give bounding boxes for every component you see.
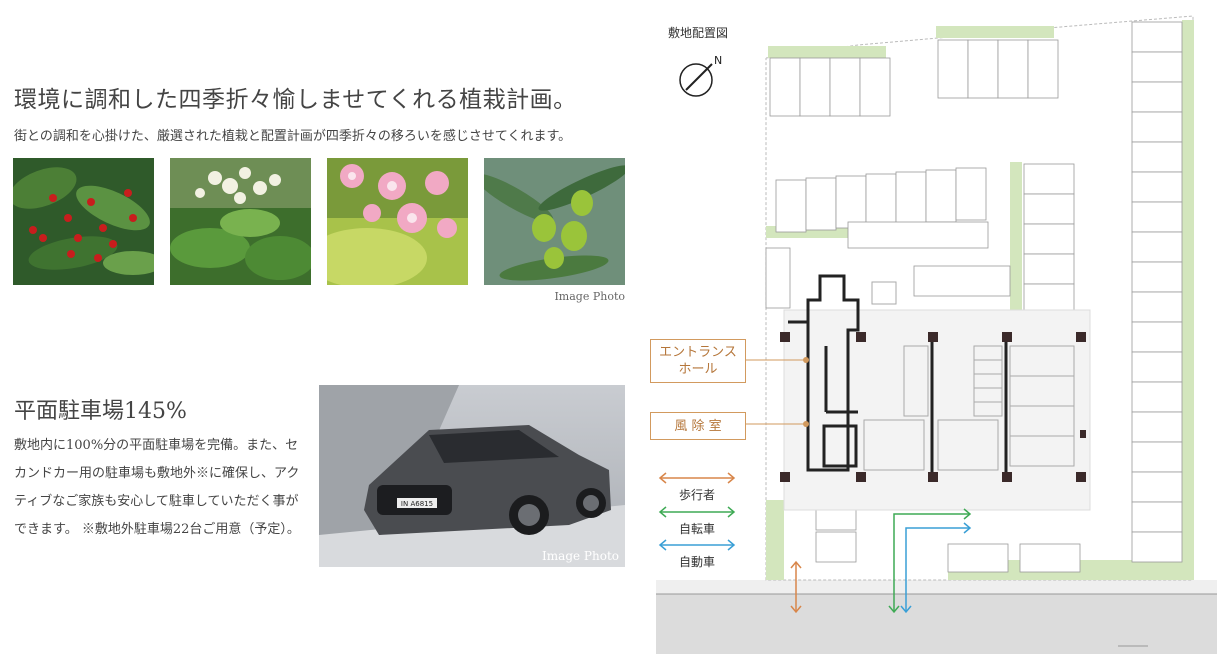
photo-pink-dogwood	[327, 158, 468, 285]
site-plan-title: 敷地配置図	[668, 26, 729, 40]
legend-car: 自動車	[679, 555, 716, 569]
entrance-hall-label-line1: エントランス	[659, 345, 737, 360]
landscaping-description: 街との調和を心掛けた、厳選された植栽と配置計画が四季折々の移ろいを感じさせてくれ…	[14, 129, 572, 144]
parking-heading: 平面駐車場145%	[14, 399, 187, 424]
compass-north-label: N	[714, 54, 722, 67]
photo-white-flowers	[170, 158, 311, 285]
windbreak-room-label: 風 除 室	[650, 412, 746, 440]
photo-red-berries	[13, 158, 154, 285]
entrance-hall-label: エントランス ホール	[650, 339, 746, 383]
car-photo-caption: Image Photo	[542, 549, 619, 563]
parking-description: 敷地内に100%分の平面駐車場を完備。また、セカンドカー用の駐車場も敷地外※に確…	[14, 438, 300, 537]
license-plate: IN A6815	[401, 500, 433, 508]
landscaping-heading: 環境に調和した四季折々愉しませてくれる植栽計画。	[14, 87, 577, 113]
site-plan-map: N	[648, 0, 1217, 654]
landscaping-photo-caption: Image Photo	[554, 290, 625, 303]
car-photo: IN A6815 Image Photo	[319, 385, 625, 567]
entrance-hall-label-line2: ホール	[678, 362, 718, 377]
legend-pedestrian: 歩行者	[679, 488, 716, 502]
photo-olives	[484, 158, 625, 285]
legend-bicycle: 自転車	[679, 522, 716, 536]
